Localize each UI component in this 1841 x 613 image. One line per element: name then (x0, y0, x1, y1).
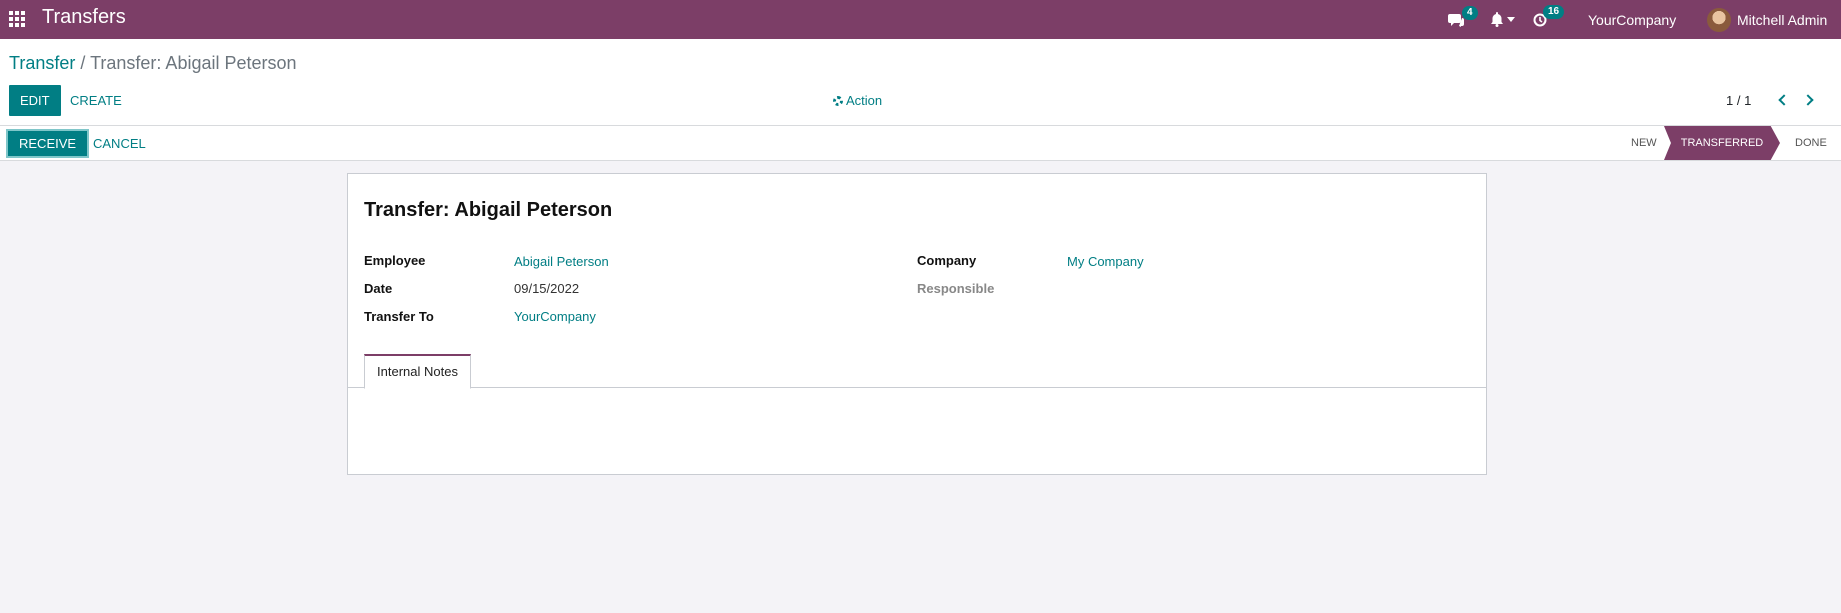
company-switcher[interactable]: YourCompany (1588, 0, 1676, 39)
control-panel: Transfer / Transfer: Abigail Peterson ED… (0, 39, 1841, 126)
avatar (1707, 7, 1731, 32)
activities-menu[interactable]: 16 (1533, 0, 1565, 39)
messages-menu[interactable]: 4 (1448, 0, 1478, 39)
breadcrumb-parent-link[interactable]: Transfer (9, 53, 75, 73)
form-statusbar: RECEIVE CANCEL NEW TRANSFERRED DONE (0, 126, 1841, 161)
pager-previous-button[interactable] (1772, 89, 1792, 111)
edit-button[interactable]: EDIT (9, 85, 61, 116)
bell-icon (1491, 12, 1503, 27)
pager-value[interactable]: 1 / 1 (1726, 93, 1751, 108)
user-name: Mitchell Admin (1737, 11, 1828, 28)
receive-button[interactable]: RECEIVE (8, 131, 88, 156)
company-label: Company (917, 253, 977, 268)
gear-icon (833, 95, 843, 106)
cancel-button[interactable]: CANCEL (93, 136, 146, 151)
form-sheet: Transfer: Abigail Peterson Employee Abig… (347, 173, 1487, 475)
messages-count-badge: 4 (1462, 6, 1478, 20)
action-label: Action (846, 93, 883, 108)
company-field[interactable]: My Company (1067, 254, 1144, 269)
caret-down-icon (1507, 17, 1515, 22)
apps-menu-icon[interactable] (9, 11, 25, 27)
app-title[interactable]: Transfers (42, 6, 126, 29)
tab-internal-notes[interactable]: Internal Notes (364, 354, 471, 389)
employee-field[interactable]: Abigail Peterson (514, 254, 609, 269)
stage-done[interactable]: DONE (1795, 126, 1827, 160)
breadcrumb-current: Transfer: Abigail Peterson (90, 53, 297, 73)
create-button[interactable]: CREATE (70, 93, 122, 108)
date-field[interactable]: 09/15/2022 (514, 281, 579, 296)
employee-label: Employee (364, 253, 426, 268)
transfer-to-label: Transfer To (364, 309, 434, 324)
action-menu-button[interactable]: Action (833, 93, 882, 108)
stage-transferred[interactable]: TRANSFERRED (1664, 126, 1780, 160)
breadcrumb: Transfer / Transfer: Abigail Peterson (9, 53, 297, 74)
top-navbar: Transfers 4 16 YourCompany Mitchell Admi… (0, 0, 1841, 39)
transfer-to-field[interactable]: YourCompany (514, 309, 596, 324)
pager-next-button[interactable] (1799, 89, 1819, 111)
form-title: Transfer: Abigail Peterson (364, 199, 613, 221)
date-label: Date (364, 281, 393, 296)
user-menu[interactable]: Mitchell Admin (1707, 0, 1827, 39)
breadcrumb-separator: / (80, 53, 86, 73)
responsible-label: Responsible (917, 281, 995, 296)
notifications-menu[interactable] (1490, 0, 1515, 39)
stage-new[interactable]: NEW (1631, 126, 1657, 160)
notebook-tabs: Internal Notes (348, 354, 1486, 389)
activities-count-badge: 16 (1543, 5, 1565, 19)
chevron-right-icon (1801, 94, 1814, 106)
chevron-left-icon (1777, 94, 1790, 106)
